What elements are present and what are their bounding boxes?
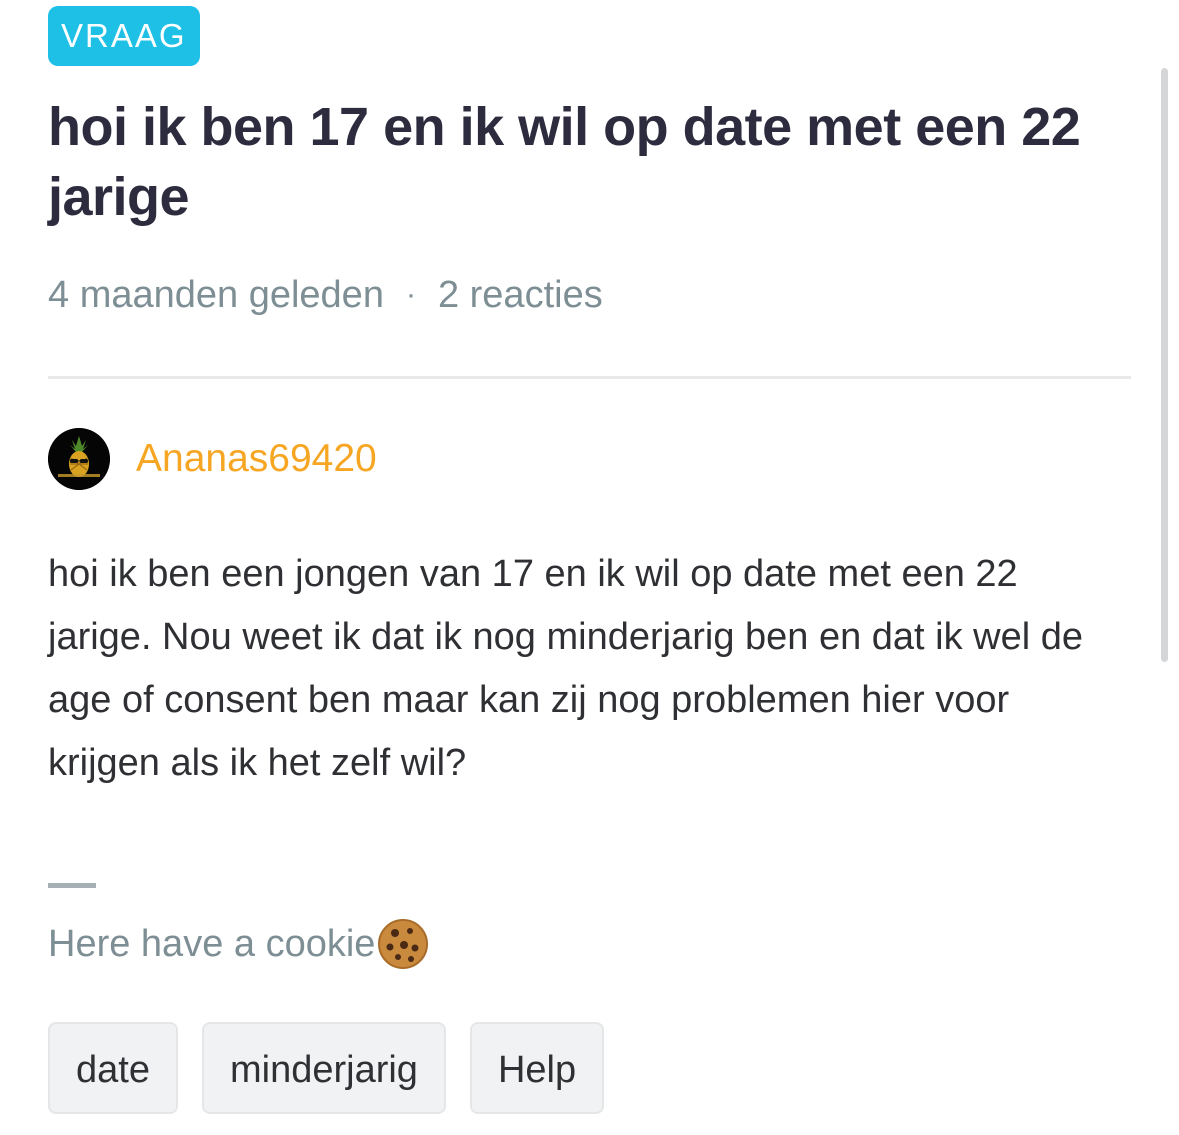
tag-minderjarig[interactable]: minderjarig xyxy=(201,1022,446,1114)
signature: Here have a cookie xyxy=(48,916,1131,972)
post-body: hoi ik ben een jongen van 17 en ik wil o… xyxy=(48,553,1084,784)
question-post: VRAAG hoi ik ben 17 en ik wil op date me… xyxy=(48,6,1131,1114)
cookie-icon xyxy=(378,919,429,969)
post-meta: 4 maanden geleden · 2 reacties xyxy=(48,270,1131,320)
question-badge: VRAAG xyxy=(48,6,200,66)
tag-date[interactable]: date xyxy=(48,1022,178,1114)
post-title: hoi ik ben 17 en ik wil op date met een … xyxy=(48,97,1081,227)
signature-divider xyxy=(48,883,96,888)
author-name[interactable]: Ananas69420 xyxy=(136,437,377,481)
signature-text: Here have a cookie xyxy=(48,922,376,965)
divider xyxy=(48,376,1131,379)
author-row[interactable]: Ananas69420 xyxy=(48,427,1131,491)
reactions-link[interactable]: 2 reacties xyxy=(438,274,603,317)
scrollbar[interactable] xyxy=(1161,68,1168,662)
tag-help[interactable]: Help xyxy=(469,1022,605,1114)
tag-list: date minderjarig Help xyxy=(48,1022,1131,1114)
meta-separator: · xyxy=(405,278,416,311)
pineapple-avatar-icon[interactable] xyxy=(48,428,110,490)
post-time: 4 maanden geleden xyxy=(48,273,384,316)
